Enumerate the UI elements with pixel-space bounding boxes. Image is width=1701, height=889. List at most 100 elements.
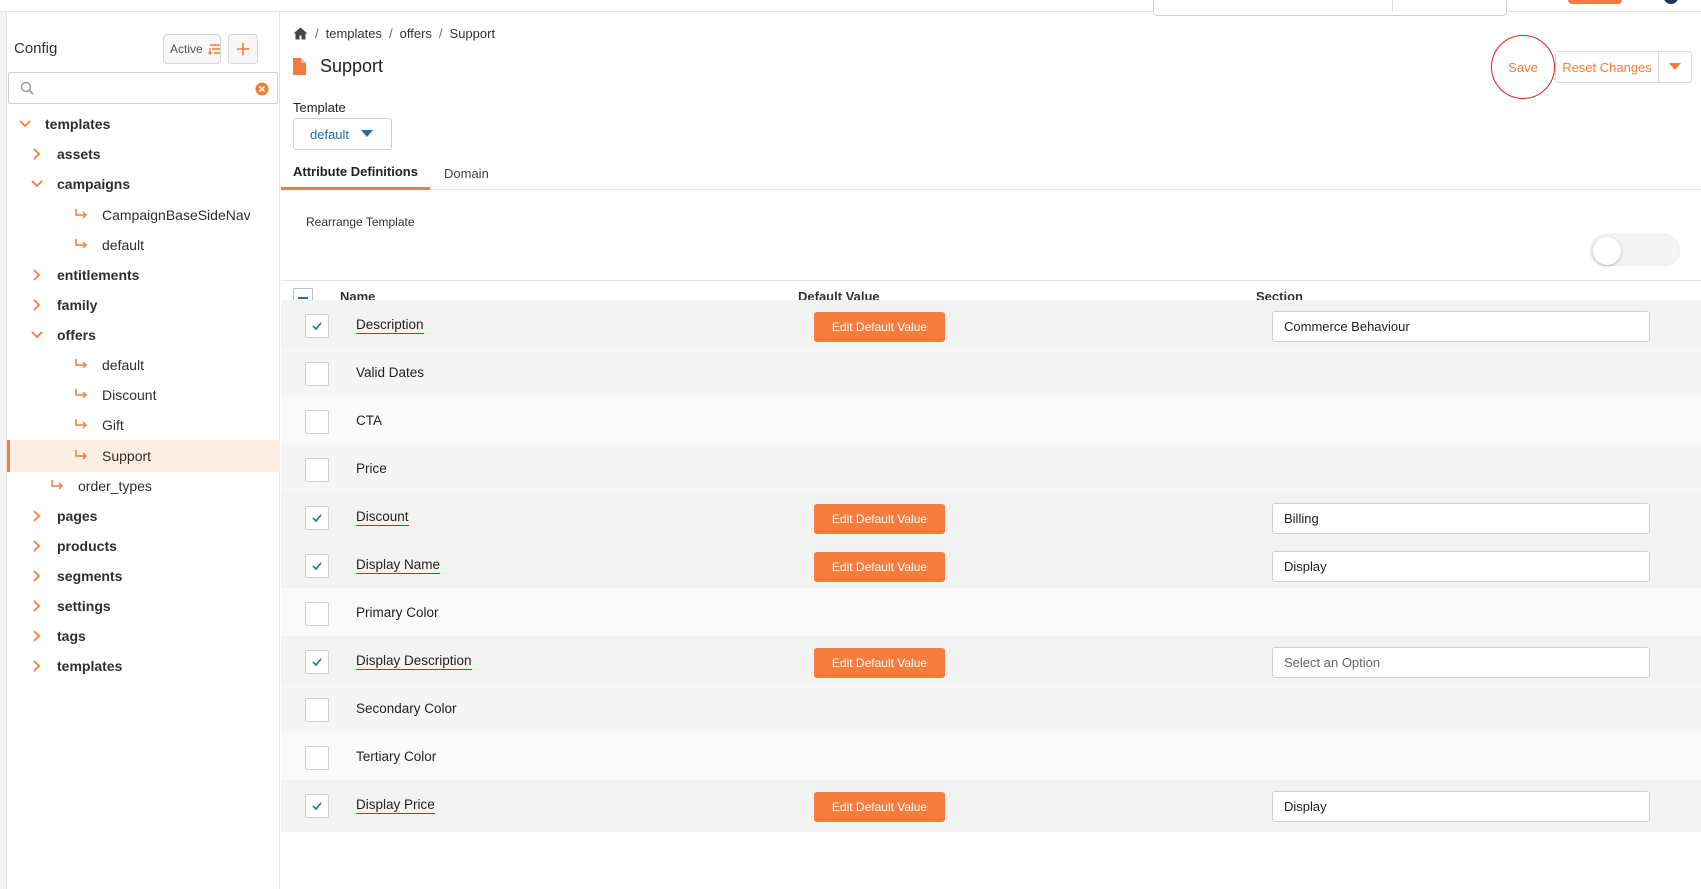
table-row: CTA (281, 396, 1701, 448)
section-field[interactable]: Select an Option (1272, 647, 1650, 678)
tree-leaf-icon (74, 450, 92, 462)
tree-item[interactable]: campaigns (7, 168, 280, 200)
reset-changes-button[interactable]: Reset Changes (1555, 51, 1659, 83)
edit-default-value-button[interactable]: Edit Default Value (814, 312, 945, 342)
table-row: Description Edit Default Value Commerce Be… (281, 300, 1701, 352)
chevron-right-icon[interactable] (31, 269, 43, 281)
table-row: Display Name Edit Default Value Display (281, 540, 1701, 592)
caret-down-icon (361, 130, 374, 137)
tree-leaf-icon (74, 209, 92, 221)
section-field[interactable]: Commerce Behaviour (1272, 311, 1650, 342)
tree-item-label: entitlements (57, 267, 140, 283)
row-checkbox[interactable] (305, 314, 329, 338)
chevron-right-icon[interactable] (31, 600, 43, 612)
tree-item[interactable]: order_types (7, 470, 280, 502)
search-input[interactable] (43, 77, 243, 99)
row-name: Description (356, 317, 424, 334)
row-checkbox[interactable] (305, 602, 329, 626)
sidebar: Config Active templates assets campaigns Ca… (7, 12, 280, 889)
edit-default-value-button[interactable]: Edit Default Value (814, 504, 945, 534)
sidebar-title: Config (14, 40, 58, 57)
section-field[interactable]: Display (1272, 551, 1650, 582)
tab-attribute-definitions[interactable]: Attribute Definitions (281, 156, 430, 190)
tree-item[interactable]: segments (7, 560, 280, 592)
section-field[interactable]: Display (1272, 791, 1650, 822)
row-checkbox[interactable] (305, 410, 329, 434)
template-select-value: default (310, 126, 350, 142)
tree-item[interactable]: Gift (7, 409, 280, 441)
add-button[interactable] (228, 34, 258, 64)
breadcrumb-templates[interactable]: templates (326, 26, 382, 41)
chevron-right-icon[interactable] (31, 148, 43, 160)
section-field[interactable]: Billing (1272, 503, 1650, 534)
filter-active-label: Active (170, 42, 203, 56)
search-icon (20, 81, 34, 95)
tree-item[interactable]: entitlements (7, 259, 280, 291)
chevron-down-icon[interactable] (19, 120, 31, 128)
rearrange-template-toggle[interactable] (1590, 234, 1680, 266)
tree-item[interactable]: Discount (7, 379, 280, 411)
tree-item-label: family (57, 297, 98, 313)
clear-search-icon[interactable] (255, 82, 269, 96)
table-row: Secondary Color (281, 684, 1701, 736)
chevron-right-icon[interactable] (31, 510, 43, 522)
chevron-right-icon[interactable] (31, 630, 43, 642)
tree-item-label: templates (57, 658, 123, 674)
chevron-right-icon[interactable] (31, 570, 43, 582)
row-checkbox[interactable] (305, 458, 329, 482)
tree-item[interactable]: offers (7, 319, 280, 351)
tree-leaf-icon (74, 419, 92, 431)
row-checkbox[interactable] (305, 362, 329, 386)
tree-item-label: offers (57, 327, 96, 343)
chevron-right-icon[interactable] (31, 660, 43, 672)
tree-item[interactable]: templates (7, 108, 280, 140)
table-row: Primary Color (281, 588, 1701, 640)
top-action-button[interactable] (1568, 0, 1622, 4)
table-row: Valid Dates (281, 348, 1701, 400)
row-checkbox[interactable] (305, 554, 329, 578)
row-checkbox[interactable] (305, 698, 329, 722)
tree-item-label: settings (57, 598, 111, 614)
tree-item[interactable]: family (7, 289, 280, 321)
plus-icon (237, 43, 249, 55)
table-row: Display Description Edit Default Value Sel… (281, 636, 1701, 688)
more-actions-button[interactable] (1658, 51, 1692, 83)
tree-item[interactable]: tags (7, 620, 280, 652)
edit-default-value-button[interactable]: Edit Default Value (814, 648, 945, 678)
tree-item-label: pages (57, 508, 98, 524)
tree-item-label: templates (45, 116, 111, 132)
edit-default-value-button[interactable]: Edit Default Value (814, 792, 945, 822)
checkmark-icon (312, 322, 322, 330)
table-row: Tertiary Color (281, 732, 1701, 784)
tab-domain[interactable]: Domain (444, 156, 489, 190)
save-button[interactable]: Save (1493, 52, 1553, 82)
row-checkbox[interactable] (305, 746, 329, 770)
tree-leaf-icon (74, 389, 92, 401)
breadcrumb-offers[interactable]: offers (400, 26, 432, 41)
tree-item[interactable]: Support (7, 440, 280, 472)
row-name: Discount (356, 509, 409, 526)
tree-item[interactable]: assets (7, 138, 280, 170)
row-checkbox[interactable] (305, 506, 329, 530)
row-checkbox[interactable] (305, 650, 329, 674)
breadcrumb: / templates / offers / Support (293, 26, 495, 41)
tree-item[interactable]: settings (7, 590, 280, 622)
tree-item[interactable]: products (7, 530, 280, 562)
template-select[interactable]: default (293, 118, 392, 150)
tree-item[interactable]: pages (7, 500, 280, 532)
edit-default-value-button[interactable]: Edit Default Value (814, 552, 945, 582)
tree-item-label: Support (102, 448, 152, 464)
filter-active-button[interactable]: Active (163, 34, 221, 64)
tree-item-label: default (102, 357, 145, 373)
tree-item[interactable]: templates (7, 650, 280, 682)
chevron-right-icon[interactable] (31, 540, 43, 552)
home-icon[interactable] (293, 27, 308, 40)
chevron-right-icon[interactable] (31, 299, 43, 311)
row-checkbox[interactable] (305, 794, 329, 818)
tree-item[interactable]: default (7, 229, 280, 261)
chevron-down-icon[interactable] (31, 180, 43, 188)
tree-item[interactable]: default (7, 349, 280, 381)
breadcrumb-current: Support (449, 26, 496, 41)
chevron-down-icon[interactable] (31, 331, 43, 339)
tree-item[interactable]: CampaignBaseSideNav (7, 199, 280, 231)
